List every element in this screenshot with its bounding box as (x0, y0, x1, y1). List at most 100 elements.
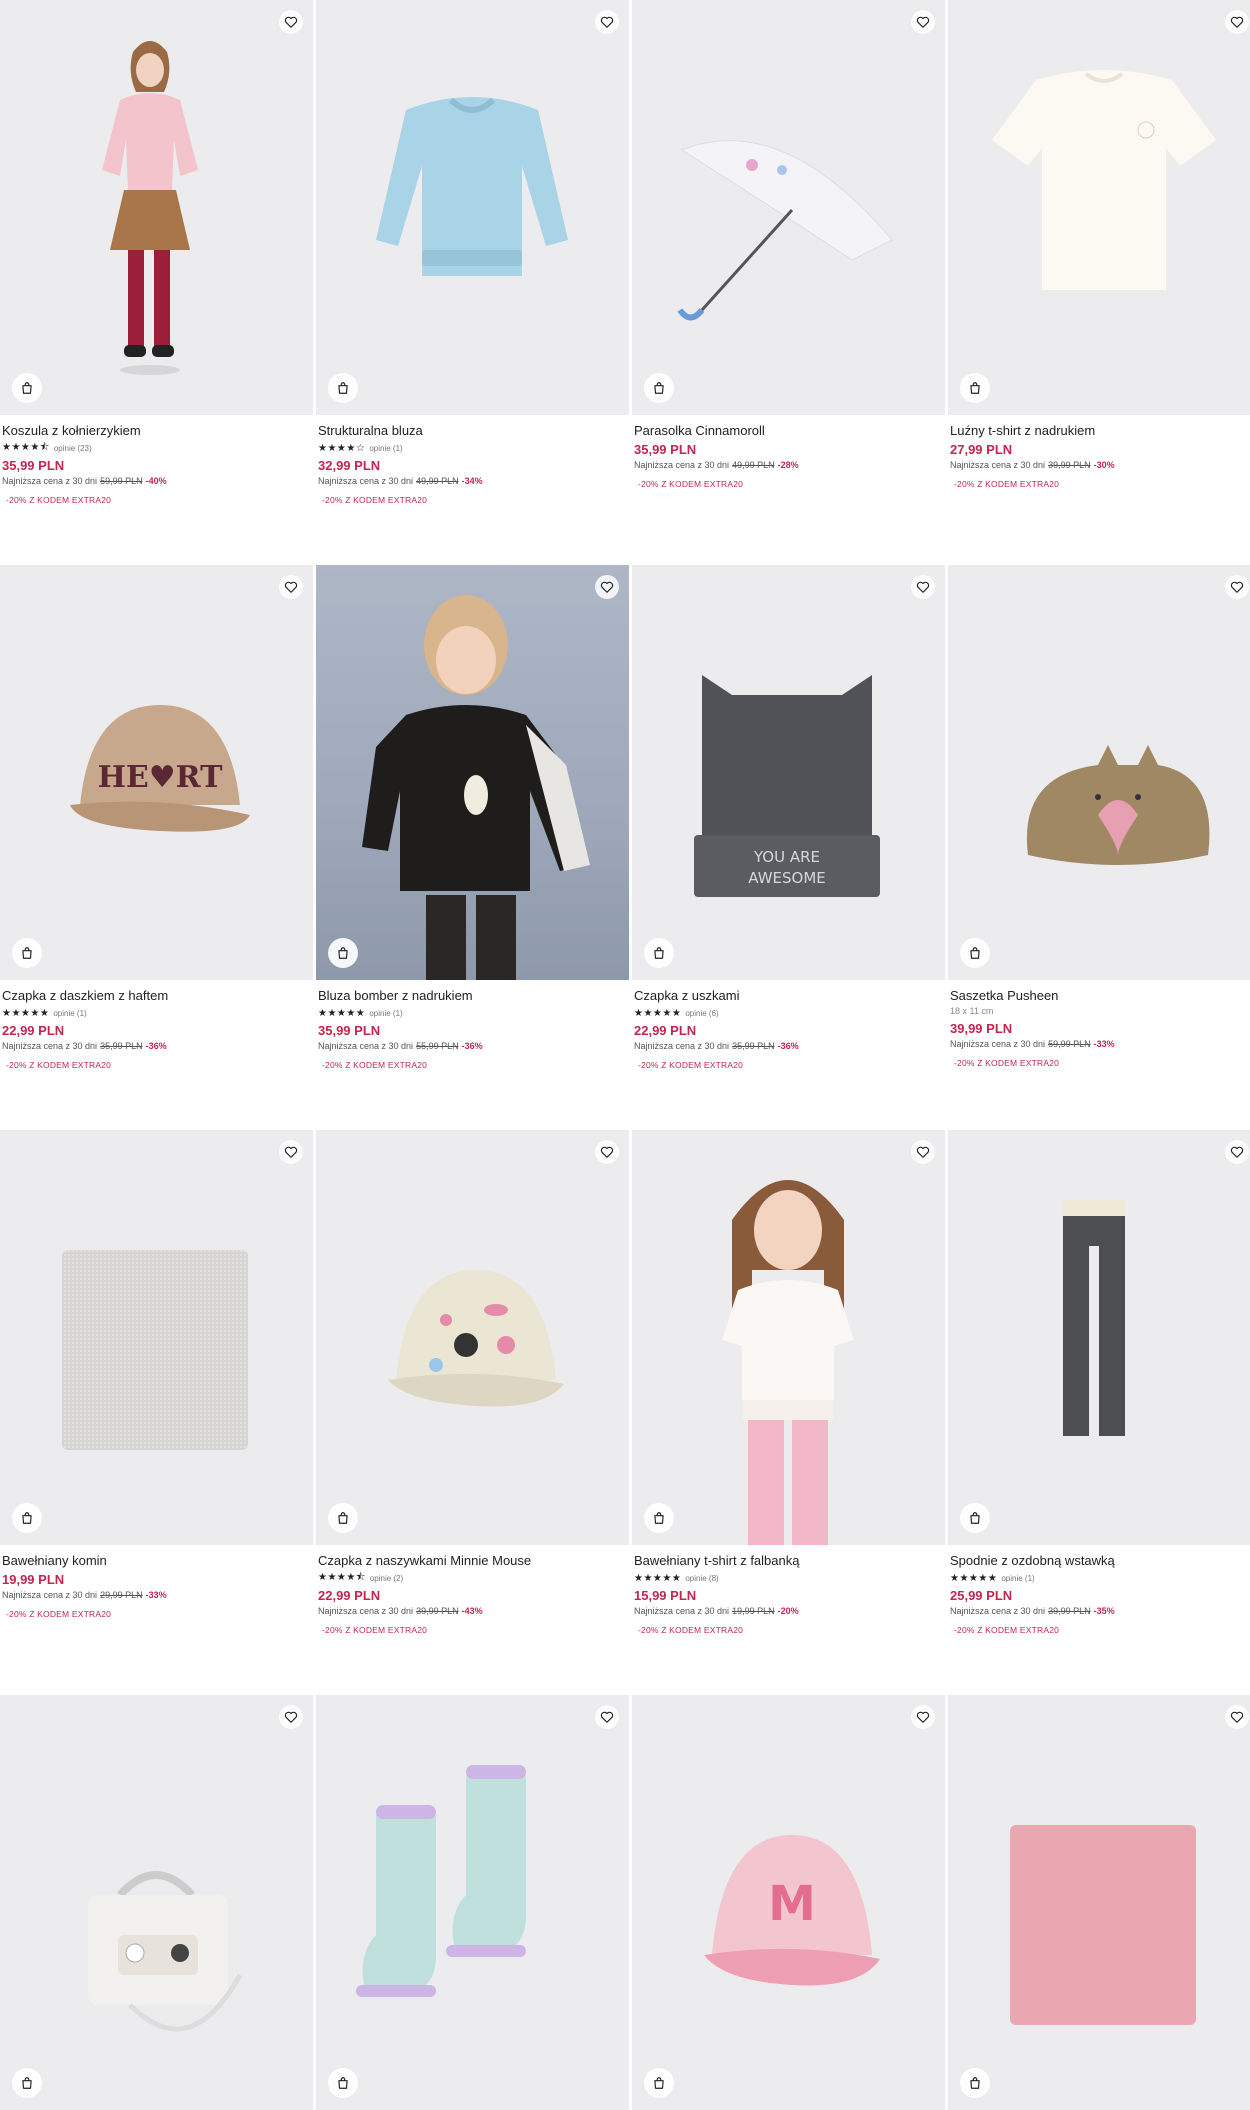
product-info: Parasolka Cinnamoroll 35,99 PLN Najniższa … (632, 415, 945, 489)
product-price: 32,99 PLN (318, 458, 381, 473)
shopping-bag-icon[interactable] (328, 373, 358, 403)
product-name[interactable]: Czapka z uszkami (634, 988, 943, 1004)
lowest-price-label: Najniższa cena z 30 dni (950, 1606, 1046, 1616)
heart-outline-icon[interactable] (1225, 1705, 1249, 1729)
product-image[interactable] (948, 1130, 1250, 1545)
product-image[interactable] (316, 0, 629, 415)
shopping-bag-icon[interactable] (12, 373, 42, 403)
lowest-price-info: Najniższa cena z 30 dni 49,99 PLN -34% (318, 476, 627, 486)
product-card[interactable]: M (632, 1695, 945, 2110)
product-name[interactable]: Luźny t-shirt z nadrukiem (950, 423, 1250, 439)
product-name[interactable]: Koszula z kołnierzykiem (2, 423, 311, 439)
heart-outline-icon[interactable] (911, 575, 935, 599)
old-price: 49,99 PLN (416, 476, 459, 486)
heart-outline-icon[interactable] (1225, 575, 1249, 599)
product-card[interactable] (0, 1695, 313, 2110)
product-name[interactable]: Parasolka Cinnamoroll (634, 423, 943, 439)
product-card[interactable]: Strukturalna bluza ★★★★☆ opinie (1) 32,99 P… (316, 0, 629, 565)
heart-outline-icon[interactable] (595, 1140, 619, 1164)
review-count: opinie (1) (369, 443, 403, 453)
product-price: 27,99 PLN (950, 442, 1013, 457)
product-image[interactable] (948, 565, 1250, 980)
shopping-bag-icon[interactable] (644, 938, 674, 968)
heart-outline-icon[interactable] (279, 1705, 303, 1729)
product-price: 35,99 PLN (2, 458, 65, 473)
product-card[interactable]: Czapka z naszywkami Minnie Mouse ★★★★⯪ opi… (316, 1130, 629, 1695)
shopping-bag-icon[interactable] (960, 373, 990, 403)
product-price: 39,99 PLN (950, 1021, 1013, 1036)
product-card[interactable]: YOU ARE AWESOME Czapka z uszkami ★★★★★ opin… (632, 565, 945, 1130)
lowest-price-info: Najniższa cena z 30 dni 39,99 PLN -30% (950, 460, 1250, 470)
shopping-bag-icon[interactable] (644, 1503, 674, 1533)
shopping-bag-icon[interactable] (644, 2068, 674, 2098)
product-image[interactable] (948, 0, 1250, 415)
product-name[interactable]: Bawełniany komin (2, 1553, 311, 1569)
shopping-bag-icon[interactable] (644, 373, 674, 403)
product-image[interactable] (632, 1130, 945, 1545)
lowest-price-info: Najniższa cena z 30 dni 35,99 PLN -36% (634, 1041, 943, 1051)
svg-text:AWESOME: AWESOME (748, 869, 826, 887)
product-price: 22,99 PLN (2, 1023, 65, 1038)
product-card[interactable]: Bawełniany t-shirt z falbanką ★★★★★ opinie… (632, 1130, 945, 1695)
product-card[interactable]: Parasolka Cinnamoroll 35,99 PLN Najniższa … (632, 0, 945, 565)
product-name[interactable]: Strukturalna bluza (318, 423, 627, 439)
promo-code-label: -20% Z KODEM EXTRA20 (6, 1060, 112, 1070)
product-card[interactable]: Koszula z kołnierzykiem ★★★★⯪ opinie (23) 3… (0, 0, 313, 565)
product-info: Strukturalna bluza ★★★★☆ opinie (1) 32,99 P… (316, 415, 629, 505)
product-image[interactable]: M (632, 1695, 945, 2110)
heart-outline-icon[interactable] (595, 1705, 619, 1729)
shopping-bag-icon[interactable] (12, 938, 42, 968)
shopping-bag-icon[interactable] (960, 938, 990, 968)
shopping-bag-icon[interactable] (328, 2068, 358, 2098)
shopping-bag-icon[interactable] (960, 1503, 990, 1533)
product-rating: ★★★★★ opinie (8) (634, 1571, 943, 1585)
product-image[interactable] (316, 565, 629, 980)
lowest-price-info: Najniższa cena z 30 dni 55,99 PLN -36% (318, 1041, 627, 1051)
shopping-bag-icon[interactable] (328, 1503, 358, 1533)
svg-text:HE♥RT: HE♥RT (98, 760, 224, 795)
product-image[interactable] (948, 1695, 1250, 2110)
review-count: opinie (1) (1001, 1573, 1035, 1583)
product-card[interactable]: HE♥RT Czapka z daszkiem z haftem ★★★★★ opin… (0, 565, 313, 1130)
product-name[interactable]: Bawełniany t-shirt z falbanką (634, 1553, 943, 1569)
product-image[interactable] (632, 0, 945, 415)
product-info: Koszula z kołnierzykiem ★★★★⯪ opinie (23) 3… (0, 415, 313, 505)
product-image[interactable] (316, 1695, 629, 2110)
product-name[interactable]: Bluza bomber z nadrukiem (318, 988, 627, 1004)
heart-outline-icon[interactable] (911, 1705, 935, 1729)
shopping-bag-icon[interactable] (328, 938, 358, 968)
rating-stars: ★★★★★ (634, 1572, 682, 1584)
product-card[interactable] (316, 1695, 629, 2110)
lowest-price-info: Najniższa cena z 30 dni 59,99 PLN -33% (950, 1039, 1250, 1049)
product-name[interactable]: Czapka z daszkiem z haftem (2, 988, 311, 1004)
product-card[interactable] (948, 1695, 1250, 2110)
product-image[interactable] (0, 1130, 313, 1545)
shopping-bag-icon[interactable] (12, 1503, 42, 1533)
product-image[interactable] (316, 1130, 629, 1545)
product-image[interactable]: HE♥RT (0, 565, 313, 980)
product-name[interactable]: Saszetka Pusheen (950, 988, 1250, 1004)
heart-outline-icon[interactable] (911, 10, 935, 34)
product-card[interactable]: Saszetka Pusheen 18 x 11 cm 39,99 PLN Najni… (948, 565, 1250, 1130)
product-card[interactable]: Luźny t-shirt z nadrukiem 27,99 PLN Najniż… (948, 0, 1250, 565)
heart-outline-icon[interactable] (595, 10, 619, 34)
product-name[interactable]: Czapka z naszywkami Minnie Mouse (318, 1553, 627, 1569)
promo-code-label: -20% Z KODEM EXTRA20 (322, 1060, 428, 1070)
product-image[interactable] (0, 0, 313, 415)
heart-outline-icon[interactable] (911, 1140, 935, 1164)
product-image[interactable]: YOU ARE AWESOME (632, 565, 945, 980)
product-card[interactable]: Bluza bomber z nadrukiem ★★★★★ opinie (1) 3… (316, 565, 629, 1130)
heart-outline-icon[interactable] (279, 575, 303, 599)
svg-text:YOU ARE: YOU ARE (753, 848, 820, 866)
shopping-bag-icon[interactable] (960, 2068, 990, 2098)
heart-outline-icon[interactable] (279, 1140, 303, 1164)
shopping-bag-icon[interactable] (12, 2068, 42, 2098)
heart-outline-icon[interactable] (595, 575, 619, 599)
heart-outline-icon[interactable] (1225, 1140, 1249, 1164)
heart-outline-icon[interactable] (1225, 10, 1249, 34)
product-image[interactable] (0, 1695, 313, 2110)
heart-outline-icon[interactable] (279, 10, 303, 34)
product-card[interactable]: Bawełniany komin 19,99 PLN Najniższa cena … (0, 1130, 313, 1695)
product-card[interactable]: Spodnie z ozdobną wstawką ★★★★★ opinie (1)… (948, 1130, 1250, 1695)
product-name[interactable]: Spodnie z ozdobną wstawką (950, 1553, 1250, 1569)
